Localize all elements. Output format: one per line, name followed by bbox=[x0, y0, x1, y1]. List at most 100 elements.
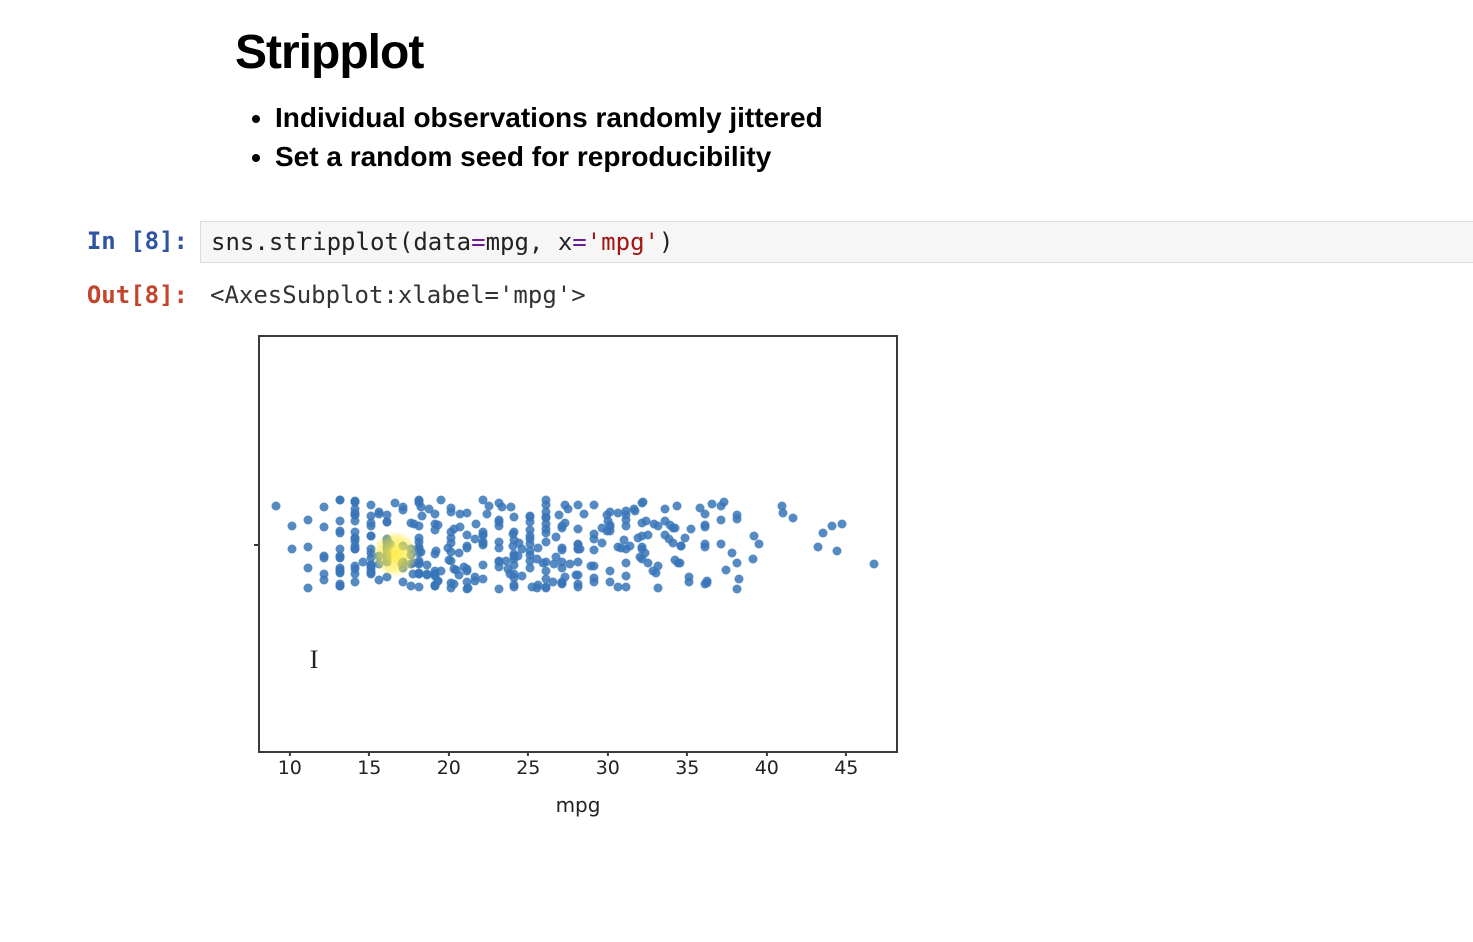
x-tick-label: 35 bbox=[675, 757, 699, 779]
data-point bbox=[303, 543, 312, 552]
data-point bbox=[701, 523, 710, 532]
data-point bbox=[642, 517, 651, 526]
data-point bbox=[814, 543, 823, 552]
data-point bbox=[303, 516, 312, 525]
x-tick-label: 30 bbox=[596, 757, 620, 779]
data-point bbox=[733, 558, 742, 567]
data-point bbox=[643, 530, 652, 539]
data-point bbox=[833, 546, 842, 555]
x-tick-label: 45 bbox=[834, 757, 858, 779]
chart-axes: I bbox=[258, 335, 898, 753]
bullet-item: Individual observations randomly jittere… bbox=[275, 98, 1473, 137]
data-point bbox=[367, 532, 376, 541]
data-point bbox=[351, 578, 360, 587]
data-point bbox=[319, 503, 328, 512]
data-point bbox=[478, 574, 487, 583]
code-token: = bbox=[471, 228, 485, 256]
data-point bbox=[837, 519, 846, 528]
text-column: Stripplot Individual observations random… bbox=[235, 25, 1473, 176]
data-point bbox=[637, 544, 646, 553]
data-point bbox=[561, 518, 570, 527]
x-tick-label: 25 bbox=[516, 757, 540, 779]
data-point bbox=[434, 520, 443, 529]
data-point bbox=[375, 560, 384, 569]
data-point bbox=[589, 578, 598, 587]
data-point bbox=[621, 522, 630, 531]
data-point bbox=[443, 544, 452, 553]
data-point bbox=[494, 543, 503, 552]
data-point bbox=[335, 580, 344, 589]
code-token: stripplot bbox=[269, 228, 399, 256]
data-point bbox=[634, 533, 643, 542]
data-point bbox=[437, 566, 446, 575]
code-token: . bbox=[254, 228, 268, 256]
data-point bbox=[828, 521, 837, 530]
data-point bbox=[672, 501, 681, 510]
data-point bbox=[502, 557, 511, 566]
output-cell: Out[8]: <AxesSubplot:xlabel='mpg'> bbox=[0, 275, 1473, 315]
code-token: mpg bbox=[486, 228, 529, 256]
data-point bbox=[383, 572, 392, 581]
code-input[interactable]: sns.stripplot(data=mpg, x='mpg') bbox=[200, 221, 1473, 263]
data-point bbox=[685, 573, 694, 582]
data-point bbox=[586, 562, 595, 571]
data-point bbox=[701, 543, 710, 552]
data-point bbox=[518, 572, 527, 581]
data-point bbox=[558, 580, 567, 589]
data-point bbox=[351, 505, 360, 514]
output-prompt: Out[8]: bbox=[0, 275, 200, 309]
data-point bbox=[542, 538, 551, 547]
data-point bbox=[631, 506, 640, 515]
data-point bbox=[669, 523, 678, 532]
data-point bbox=[542, 495, 551, 504]
data-point bbox=[733, 585, 742, 594]
data-point bbox=[408, 570, 417, 579]
data-point bbox=[532, 584, 541, 593]
data-point bbox=[869, 560, 878, 569]
code-cell: In [8]: sns.stripplot(data=mpg, x='mpg') bbox=[0, 221, 1473, 263]
data-point bbox=[621, 559, 630, 568]
data-point bbox=[462, 541, 471, 550]
data-point bbox=[734, 574, 743, 583]
data-point bbox=[383, 518, 392, 527]
data-point bbox=[504, 564, 513, 573]
data-point bbox=[686, 524, 695, 533]
data-point bbox=[422, 561, 431, 570]
data-point bbox=[613, 509, 622, 518]
x-ticks: 1015202530354045 bbox=[258, 753, 898, 793]
data-point bbox=[701, 510, 710, 519]
data-point bbox=[677, 542, 686, 551]
data-point bbox=[422, 570, 431, 579]
x-tick-label: 15 bbox=[357, 757, 381, 779]
data-point bbox=[437, 495, 446, 504]
data-point bbox=[464, 583, 473, 592]
page-title: Stripplot bbox=[235, 25, 1473, 80]
data-point bbox=[637, 555, 646, 564]
data-point bbox=[551, 533, 560, 542]
data-point bbox=[574, 501, 583, 510]
code-token: ) bbox=[659, 228, 673, 256]
data-point bbox=[335, 527, 344, 536]
data-point bbox=[605, 578, 614, 587]
data-point bbox=[483, 510, 492, 519]
data-point bbox=[494, 515, 503, 524]
bullet-list: Individual observations randomly jittere… bbox=[257, 98, 1473, 176]
data-point bbox=[319, 523, 328, 532]
data-point bbox=[750, 531, 759, 540]
data-point bbox=[478, 560, 487, 569]
data-point bbox=[383, 554, 392, 563]
data-point bbox=[605, 566, 614, 575]
data-point bbox=[415, 583, 424, 592]
data-point bbox=[351, 544, 360, 553]
data-point bbox=[367, 500, 376, 509]
data-point bbox=[497, 502, 506, 511]
data-point bbox=[651, 568, 660, 577]
data-point bbox=[407, 518, 416, 527]
data-point bbox=[580, 509, 589, 518]
data-point bbox=[416, 502, 425, 511]
data-point bbox=[303, 563, 312, 572]
data-point bbox=[319, 551, 328, 560]
data-point bbox=[621, 583, 630, 592]
data-point bbox=[456, 510, 465, 519]
data-point bbox=[432, 547, 441, 556]
